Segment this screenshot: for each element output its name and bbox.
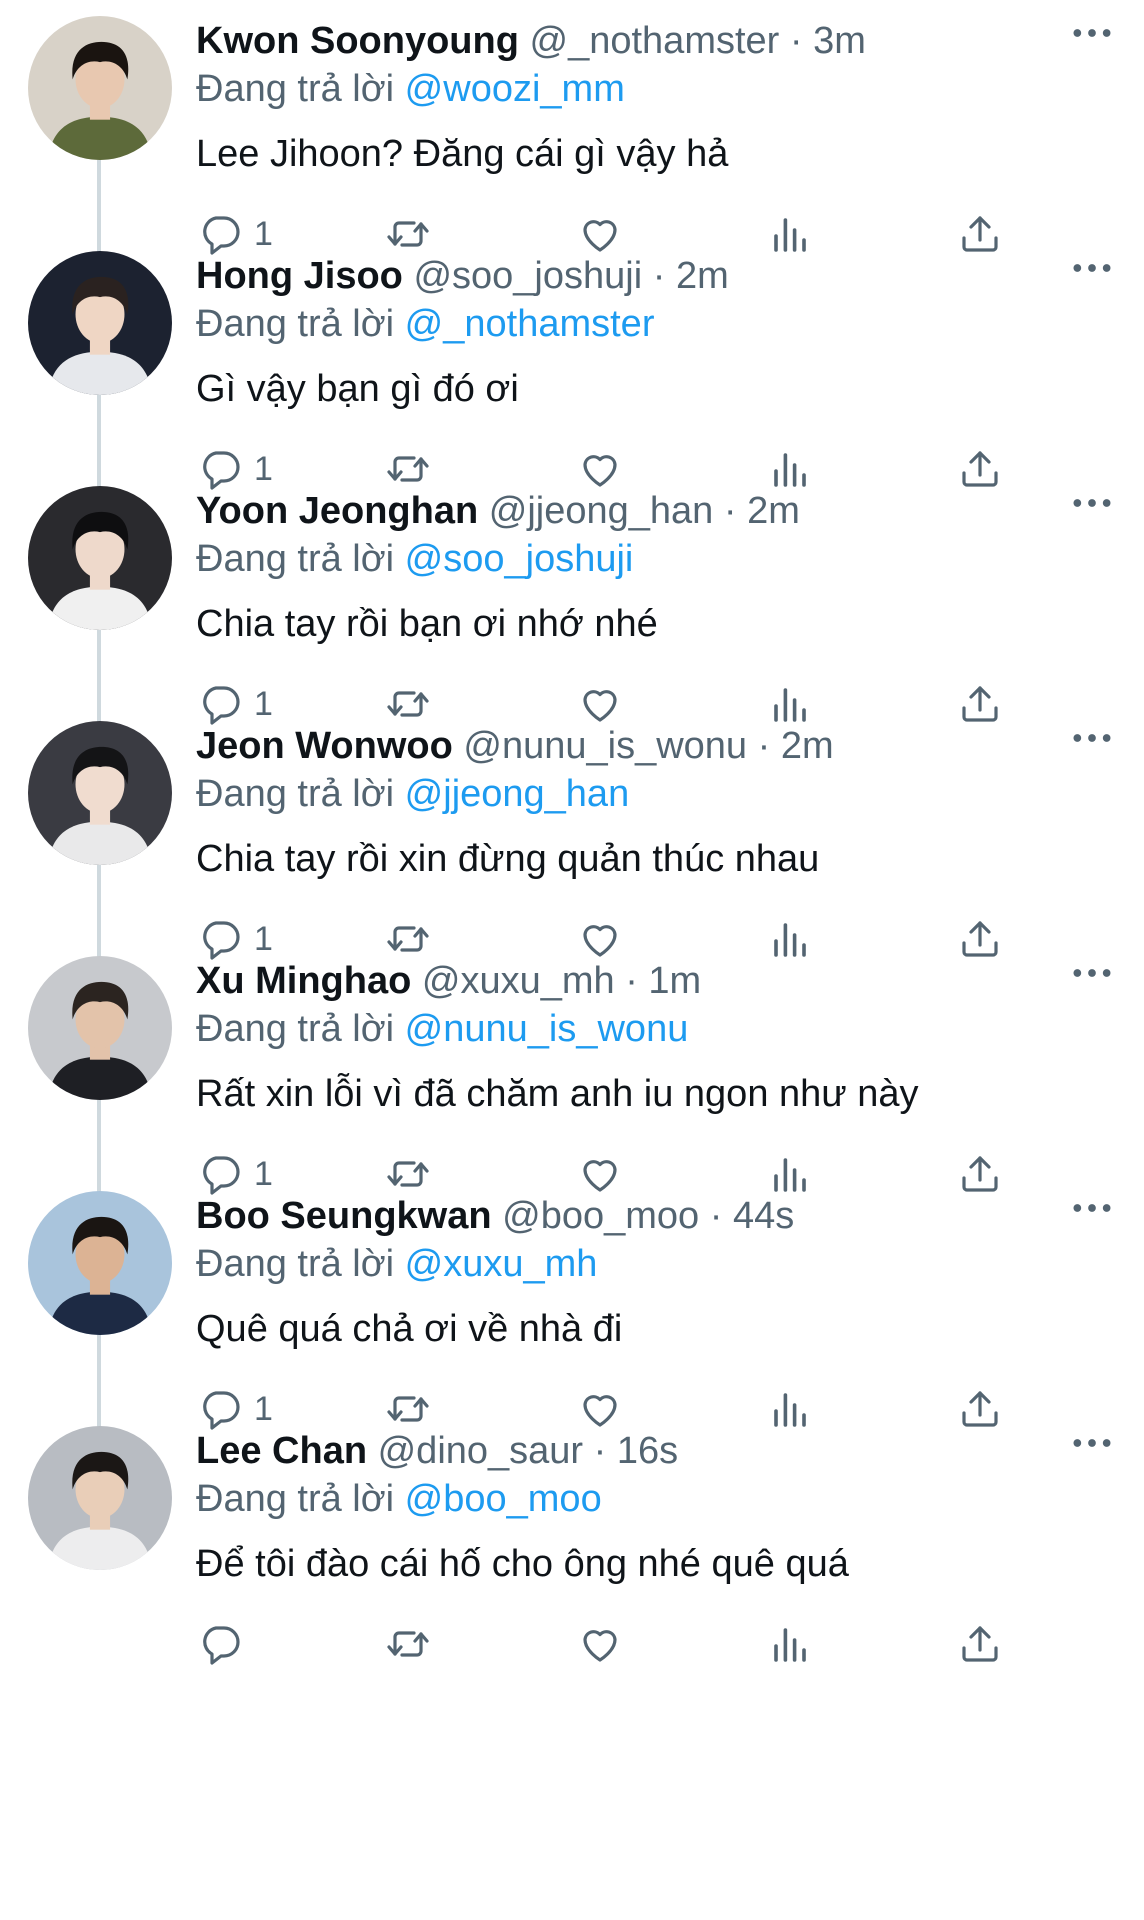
- tweet-header: Lee Chan @dino_saur · 16s: [196, 1426, 678, 1476]
- tweet-text: Lee Jihoon? Đăng cái gì vậy hả: [196, 133, 729, 175]
- separator-dot: ·: [642, 255, 676, 297]
- tweet-text: Để tôi đào cái hố cho ông nhé quê quá: [196, 1543, 849, 1585]
- tweet-text: Rất xin lỗi vì đã chăm anh iu ngon như n…: [196, 1073, 919, 1115]
- tweet-header: Hong Jisoo @soo_joshuji · 2m: [196, 251, 729, 301]
- action-bar: [196, 1618, 1016, 1670]
- author-handle[interactable]: @dino_saur: [378, 1430, 583, 1472]
- tweet-header: Boo Seungkwan @boo_moo · 44s: [196, 1191, 794, 1241]
- author-handle[interactable]: @boo_moo: [502, 1195, 699, 1237]
- replying-to-handle[interactable]: @boo_moo: [405, 1478, 602, 1520]
- timestamp[interactable]: 44s: [733, 1195, 794, 1237]
- retweet-icon: [384, 1620, 432, 1668]
- author-name[interactable]: Jeon Wonwoo: [196, 725, 453, 767]
- more-icon[interactable]: [1070, 727, 1114, 763]
- timestamp[interactable]: 3m: [813, 20, 866, 62]
- author-handle[interactable]: @_nothamster: [530, 20, 780, 62]
- timestamp[interactable]: 2m: [747, 490, 800, 532]
- share-button[interactable]: [956, 1618, 1004, 1670]
- retweet-button[interactable]: [384, 1618, 432, 1670]
- avatar[interactable]: [28, 1426, 172, 1570]
- separator-dot: ·: [747, 725, 781, 767]
- avatar[interactable]: [28, 1191, 172, 1335]
- replying-to-handle[interactable]: @_nothamster: [405, 303, 655, 345]
- replying-to-label: Đang trả lời: [196, 1243, 395, 1285]
- views-icon: [766, 1620, 814, 1668]
- tweet-header: Kwon Soonyoung @_nothamster · 3m: [196, 16, 866, 66]
- replying-to-handle[interactable]: @nunu_is_wonu: [405, 1008, 689, 1050]
- author-handle[interactable]: @soo_joshuji: [413, 255, 642, 297]
- author-handle[interactable]: @nunu_is_wonu: [463, 725, 747, 767]
- replying-to-label: Đang trả lời: [196, 1008, 395, 1050]
- tweet-header: Xu Minghao @xuxu_mh · 1m: [196, 956, 701, 1006]
- replying-to: Đang trả lời @xuxu_mh: [196, 1239, 597, 1289]
- more-icon[interactable]: [1070, 1197, 1114, 1233]
- replying-to-handle[interactable]: @xuxu_mh: [405, 1243, 598, 1285]
- avatar[interactable]: [28, 16, 172, 160]
- avatar[interactable]: [28, 721, 172, 865]
- reply-thread: Kwon Soonyoung @_nothamster · 3m Đang trả…: [0, 0, 1144, 1920]
- replying-to-handle[interactable]: @soo_joshuji: [405, 538, 634, 580]
- replying-to-label: Đang trả lời: [196, 773, 395, 815]
- views-button[interactable]: [766, 1618, 814, 1670]
- separator-dot: ·: [713, 490, 748, 532]
- separator-dot: ·: [779, 20, 814, 62]
- tweet-text: Gì vậy bạn gì đó ơi: [196, 368, 519, 410]
- timestamp[interactable]: 1m: [648, 960, 701, 1002]
- replying-to: Đang trả lời @woozi_mm: [196, 64, 625, 114]
- replying-to-label: Đang trả lời: [196, 538, 395, 580]
- author-name[interactable]: Yoon Jeonghan: [196, 490, 478, 532]
- author-name[interactable]: Hong Jisoo: [196, 255, 403, 297]
- tweet-header: Yoon Jeonghan @jjeong_han · 2m: [196, 486, 800, 536]
- replying-to: Đang trả lời @jjeong_han: [196, 769, 629, 819]
- replying-to: Đang trả lời @nunu_is_wonu: [196, 1004, 688, 1054]
- replying-to: Đang trả lời @boo_moo: [196, 1474, 602, 1524]
- author-handle[interactable]: @xuxu_mh: [422, 960, 615, 1002]
- timestamp[interactable]: 16s: [617, 1430, 678, 1472]
- reply-button[interactable]: [196, 1618, 254, 1670]
- replying-to-label: Đang trả lời: [196, 303, 395, 345]
- author-name[interactable]: Xu Minghao: [196, 960, 411, 1002]
- separator-dot: ·: [583, 1430, 617, 1472]
- more-icon[interactable]: [1070, 962, 1114, 998]
- heart-icon: [576, 1620, 624, 1668]
- like-button[interactable]: [576, 1618, 624, 1670]
- tweet[interactable]: Lee Chan @dino_saur · 16s Đang trả lời @b…: [0, 1410, 1144, 1700]
- tweet-text: Quê quá chả ơi về nhà đi: [196, 1308, 623, 1350]
- tweet-header: Jeon Wonwoo @nunu_is_wonu · 2m: [196, 721, 834, 771]
- separator-dot: ·: [699, 1195, 733, 1237]
- more-icon[interactable]: [1070, 22, 1114, 58]
- more-icon[interactable]: [1070, 492, 1114, 528]
- replying-to-label: Đang trả lời: [196, 1478, 395, 1520]
- reply-icon: [196, 1620, 244, 1668]
- more-icon[interactable]: [1070, 1432, 1114, 1468]
- more-icon[interactable]: [1070, 257, 1114, 293]
- author-name[interactable]: Kwon Soonyoung: [196, 20, 519, 62]
- replying-to-handle[interactable]: @woozi_mm: [405, 68, 625, 110]
- share-icon: [956, 1620, 1004, 1668]
- avatar[interactable]: [28, 486, 172, 630]
- replying-to-label: Đang trả lời: [196, 68, 395, 110]
- tweet-text: Chia tay rồi bạn ơi nhớ nhé: [196, 603, 658, 645]
- replying-to: Đang trả lời @_nothamster: [196, 299, 654, 349]
- timestamp[interactable]: 2m: [781, 725, 834, 767]
- tweet-text: Chia tay rồi xin đừng quản thúc nhau: [196, 838, 820, 880]
- avatar[interactable]: [28, 956, 172, 1100]
- timestamp[interactable]: 2m: [676, 255, 729, 297]
- author-name[interactable]: Boo Seungkwan: [196, 1195, 492, 1237]
- author-handle[interactable]: @jjeong_han: [489, 490, 714, 532]
- author-name[interactable]: Lee Chan: [196, 1430, 367, 1472]
- avatar[interactable]: [28, 251, 172, 395]
- replying-to: Đang trả lời @soo_joshuji: [196, 534, 633, 584]
- replying-to-handle[interactable]: @jjeong_han: [405, 773, 630, 815]
- separator-dot: ·: [614, 960, 649, 1002]
